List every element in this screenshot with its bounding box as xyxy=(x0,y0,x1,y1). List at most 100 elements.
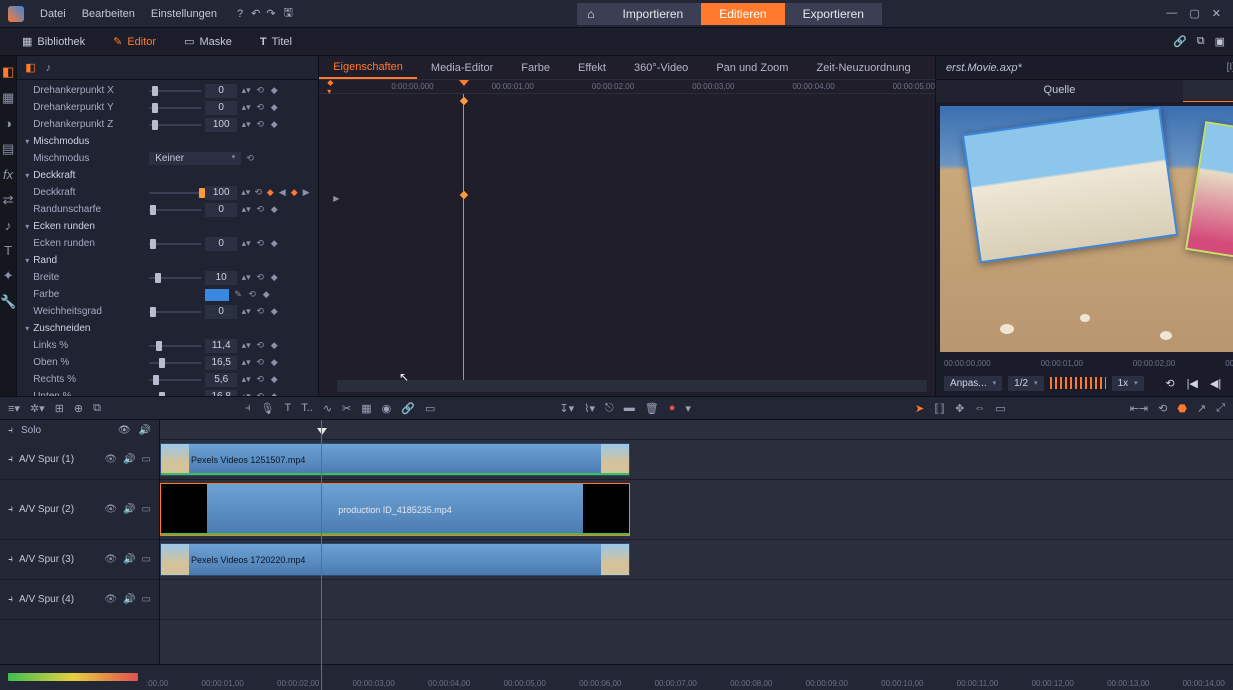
rail-trans-icon[interactable]: ⇄ xyxy=(3,192,14,208)
group-ecken[interactable]: Ecken runden xyxy=(17,218,318,235)
popout-icon[interactable]: ⧉ xyxy=(1197,35,1205,48)
eyedropper-icon[interactable]: ✎ xyxy=(233,289,243,300)
slider-links[interactable] xyxy=(149,345,201,347)
record-icon[interactable]: ● xyxy=(669,402,676,414)
bracket-icon[interactable]: ⟦⟧ xyxy=(934,402,945,415)
keyframe-icon[interactable]: ◆ xyxy=(269,204,279,215)
slider-breite[interactable] xyxy=(149,277,201,279)
props-audio-icon[interactable]: ♪ xyxy=(46,62,52,74)
rail-wrench-icon[interactable]: 🔧 xyxy=(0,294,16,310)
razor-icon[interactable]: ⌇▾ xyxy=(584,402,595,415)
subtab-titel[interactable]: T Titel xyxy=(246,32,306,52)
pip-photo-2[interactable] xyxy=(1185,121,1233,281)
trash-icon[interactable]: 🗑 xyxy=(645,402,659,415)
clip-3[interactable]: Pexels Videos 1720220.mp4 xyxy=(160,543,630,576)
reset-icon[interactable]: ⟲ xyxy=(255,340,265,351)
mark-in-icon[interactable]: ↧▾ xyxy=(559,402,574,415)
track-head-1[interactable]: ⫞A/V Spur (1)👁🔊▭ xyxy=(0,440,159,480)
eye-icon[interactable]: 👁 xyxy=(104,594,117,605)
keyframe-icon[interactable]: ◆ xyxy=(269,272,279,283)
menu-einstellungen[interactable]: Einstellungen xyxy=(143,8,225,20)
kf-diamond[interactable] xyxy=(460,97,468,105)
screen-icon[interactable]: ▭ xyxy=(995,402,1005,415)
track-handle-icon[interactable]: ⫞ xyxy=(8,594,13,605)
sync-icon[interactable]: ⟲ xyxy=(1158,402,1167,415)
link-icon[interactable]: 🔗 xyxy=(1173,35,1187,48)
tool-wave-icon[interactable]: ∿ xyxy=(323,402,332,415)
subtab-editor[interactable]: ✎ Editor xyxy=(99,31,170,52)
kf-diamond[interactable] xyxy=(460,191,468,199)
select-misch[interactable]: Keiner▾ xyxy=(149,152,241,165)
spin-icon[interactable]: ▴▾ xyxy=(241,374,251,385)
more-icon[interactable]: ▾ xyxy=(685,402,691,415)
reset-icon[interactable]: ⟲ xyxy=(255,306,265,317)
reset-icon[interactable]: ⟲ xyxy=(255,374,265,385)
rail-text-icon[interactable]: T xyxy=(4,243,12,258)
minimize-icon[interactable]: — xyxy=(1166,7,1177,20)
reset-icon[interactable]: ⟲ xyxy=(255,391,265,396)
menu-bearbeiten[interactable]: Bearbeiten xyxy=(74,8,143,20)
spin-icon[interactable]: ▴▾ xyxy=(241,238,251,249)
prev-kf-icon[interactable]: ◀ xyxy=(278,187,286,198)
lock-icon[interactable]: ▭ xyxy=(142,594,151,605)
reset-icon[interactable]: ⟲ xyxy=(254,187,262,198)
input-unten[interactable] xyxy=(205,390,237,397)
timeline-playhead[interactable] xyxy=(321,420,322,690)
rail-pan-icon[interactable]: ▦ xyxy=(2,90,14,106)
tl-magnet-icon[interactable]: ⊕ xyxy=(74,402,83,415)
input-links[interactable] xyxy=(205,339,237,353)
tool-cut-icon[interactable]: ✂ xyxy=(342,402,351,415)
slider-weich[interactable] xyxy=(149,311,201,313)
menu-datei[interactable]: Datei xyxy=(32,8,74,20)
tool-audio-icon[interactable]: 🎙 xyxy=(261,402,275,415)
spin-icon[interactable]: ▴▾ xyxy=(241,102,251,113)
spin-icon[interactable]: ▴▾ xyxy=(241,119,251,130)
preview-tab-quelle[interactable]: Quelle xyxy=(936,80,1183,102)
track-head-4[interactable]: ⫞A/V Spur (4)👁🔊▭ xyxy=(0,580,159,620)
keyframe-icon[interactable]: ◆ xyxy=(269,119,279,130)
prev-frame-icon[interactable]: ◀| xyxy=(1207,377,1224,390)
jog-bar[interactable] xyxy=(1050,377,1106,389)
pip-photo-1[interactable] xyxy=(962,107,1178,264)
layout-icon[interactable]: ▣ xyxy=(1215,35,1225,48)
res-select[interactable]: 1/2 xyxy=(1008,376,1043,391)
track-head-2[interactable]: ⫞A/V Spur (2)👁🔊▭ xyxy=(0,480,159,540)
slider-unten[interactable] xyxy=(149,396,201,397)
lock-icon[interactable]: ▭ xyxy=(142,504,151,515)
keyframe-icon[interactable]: ◆ xyxy=(269,85,279,96)
collapse-icon[interactable]: ⇤⇥ xyxy=(1130,402,1148,415)
slider-rechts[interactable] xyxy=(149,379,201,381)
reset-icon[interactable]: ⟲ xyxy=(255,272,265,283)
slider-randun[interactable] xyxy=(149,209,201,211)
tl-menu-icon[interactable]: ≡▾ xyxy=(8,402,20,415)
track-handle-icon[interactable]: ⫞ xyxy=(8,504,13,515)
keyframe-icon[interactable]: ◆ xyxy=(269,306,279,317)
pointer-icon[interactable]: ➤ xyxy=(915,402,924,415)
input-randun[interactable] xyxy=(205,203,237,217)
spin-icon[interactable]: ▴▾ xyxy=(241,306,251,317)
next-kf-icon[interactable]: ▶ xyxy=(302,187,310,198)
keyframe-icon[interactable]: ◆ xyxy=(269,391,279,396)
group-rand[interactable]: Rand xyxy=(17,252,318,269)
spin-icon[interactable]: ▴▾ xyxy=(241,187,250,198)
kftab-effekt[interactable]: Effekt xyxy=(564,58,620,78)
kftab-farbe[interactable]: Farbe xyxy=(507,58,564,78)
keyframe-icon[interactable]: ◆ xyxy=(269,238,279,249)
reset-icon[interactable]: ⟲ xyxy=(247,289,257,300)
kf-playhead-icon[interactable] xyxy=(459,80,469,86)
keyframe-icon[interactable]: ◆ xyxy=(269,374,279,385)
split-icon[interactable]: ⎋ xyxy=(605,402,614,415)
spin-icon[interactable]: ▴▾ xyxy=(241,357,251,368)
input-deck[interactable] xyxy=(205,186,237,200)
slider-drehy[interactable] xyxy=(149,107,201,109)
add-kf-icon[interactable]: ◆ xyxy=(290,187,298,198)
reset-icon[interactable]: ⟲ xyxy=(245,153,255,164)
input-drehy[interactable] xyxy=(205,101,237,115)
group-deckkraft[interactable]: Deckkraft xyxy=(17,167,318,184)
eye-icon[interactable]: 👁 xyxy=(104,504,117,515)
kftab-zeit[interactable]: Zeit-Neuzuordnung xyxy=(802,58,924,78)
goto-start-icon[interactable]: |◀ xyxy=(1184,377,1201,390)
spin-icon[interactable]: ▴▾ xyxy=(241,204,251,215)
speaker-icon[interactable]: 🔊 xyxy=(123,454,135,465)
speed-select[interactable]: 1x xyxy=(1112,376,1144,391)
